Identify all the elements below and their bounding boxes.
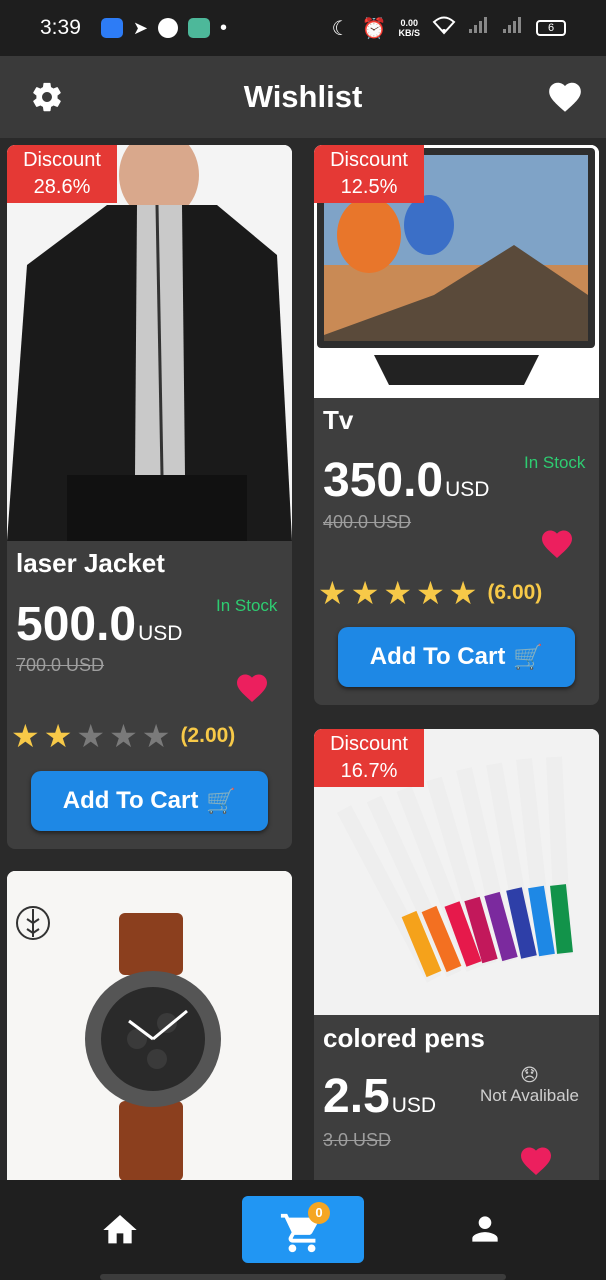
- product-price: 350.0 USD: [323, 453, 489, 508]
- gear-icon: [33, 82, 61, 112]
- heart-icon: [237, 674, 267, 703]
- add-to-cart-button[interactable]: Add To Cart 🛒: [31, 771, 268, 831]
- telegram-icon: ➤: [132, 17, 148, 38]
- more-notifications-icon: •: [219, 16, 227, 39]
- discount-badge: Discount 12.5%: [314, 145, 424, 203]
- discount-value: 28.6%: [33, 176, 91, 198]
- old-price: 400.0 USD: [323, 512, 412, 532]
- heart-icon: [549, 82, 581, 112]
- nav-cart-button[interactable]: 0: [242, 1196, 364, 1263]
- star-icon-empty: ★: [109, 718, 138, 754]
- product-grid: Discount 28.6% laser Jacket 500.0 USD In…: [0, 138, 606, 1180]
- wifi-icon: [432, 15, 456, 41]
- discount-value: 16.7%: [340, 760, 398, 782]
- rating-stars: ★ ★ ★ ★ ★ (2.00): [11, 720, 235, 752]
- sad-face-icon: 😞: [520, 1065, 539, 1085]
- product-card[interactable]: [7, 871, 292, 1180]
- add-to-cart-button[interactable]: Add To Cart 🛒: [338, 627, 575, 687]
- star-icon-filled: ★: [11, 718, 40, 754]
- system-icons: ☾ ⏰ 0.00 KB/S 6: [332, 15, 566, 41]
- wishlist-heart-button[interactable]: [546, 78, 584, 116]
- star-icon-empty: ★: [141, 718, 171, 754]
- product-price: 2.5 USD: [323, 1069, 436, 1124]
- product-name: laser Jacket: [16, 548, 165, 578]
- add-to-cart-label: Add To Cart: [62, 787, 199, 814]
- discount-badge: Discount 28.6%: [7, 145, 117, 203]
- product-card[interactable]: Discount 28.6% laser Jacket 500.0 USD In…: [7, 145, 292, 849]
- dnd-moon-icon: ☾: [331, 17, 350, 40]
- stock-status: In Stock: [524, 453, 586, 472]
- star-icon-filled: ★: [350, 575, 380, 611]
- person-icon: [472, 1216, 498, 1242]
- nav-profile-button[interactable]: [466, 1210, 506, 1250]
- product-image-watch: [7, 871, 292, 1180]
- star-icon-empty: ★: [76, 718, 106, 754]
- nav-home-button[interactable]: [100, 1210, 144, 1250]
- price-currency: USD: [391, 1094, 437, 1117]
- heart-icon: [542, 530, 572, 559]
- star-icon-filled: ★: [318, 575, 347, 611]
- bottom-navigation: 0: [0, 1180, 606, 1280]
- discount-value: 12.5%: [340, 176, 398, 198]
- price-value: 2.5: [323, 1070, 390, 1123]
- product-price: 500.0 USD: [16, 597, 182, 652]
- discount-label: Discount: [330, 733, 408, 755]
- old-price: 700.0 USD: [16, 655, 105, 675]
- product-name: Tv: [323, 405, 354, 435]
- signal-icon: [468, 16, 490, 40]
- home-icon: [103, 1215, 137, 1244]
- product-image-jacket: Discount 28.6%: [7, 145, 292, 541]
- product-card[interactable]: Discount 16.7% colored pens 2.5 USD 😞 No…: [314, 729, 599, 1180]
- page-title: Wishlist: [243, 79, 363, 114]
- home-indicator: [100, 1274, 506, 1280]
- favorite-button[interactable]: [517, 1143, 555, 1179]
- favorite-button[interactable]: [233, 670, 271, 706]
- star-icon-filled: ★: [383, 575, 413, 611]
- speed-unit: KB/S: [398, 28, 420, 38]
- price-value: 350.0: [323, 454, 444, 507]
- add-to-cart-label: Add To Cart: [369, 643, 506, 670]
- favorite-button[interactable]: [538, 526, 576, 562]
- alarm-icon: ⏰: [361, 17, 387, 40]
- app-bar: Wishlist: [0, 56, 606, 138]
- unavailable-label: Not Avalibale: [480, 1086, 579, 1105]
- discount-label: Discount: [330, 149, 408, 171]
- product-image-pens: Discount 16.7%: [314, 729, 599, 1015]
- heart-icon: [521, 1147, 551, 1176]
- app-notification-icon: [100, 18, 123, 38]
- star-icon-filled: ★: [448, 575, 478, 611]
- speed-value: 0.00: [400, 18, 418, 28]
- stock-status: 😞 Not Avalibale: [480, 1065, 579, 1106]
- network-speed: 0.00 KB/S: [398, 18, 420, 38]
- stock-status: In Stock: [216, 596, 278, 615]
- discount-label: Discount: [23, 149, 101, 171]
- rating-count: (2.00): [180, 724, 236, 747]
- cart-count-badge: 0: [308, 1202, 330, 1224]
- rating-count: (6.00): [487, 581, 543, 604]
- price-currency: USD: [138, 622, 183, 645]
- old-price: 3.0 USD: [323, 1130, 392, 1150]
- notification-icons: ➤ •: [100, 16, 227, 40]
- product-name: colored pens: [323, 1023, 485, 1053]
- battery-indicator: 6: [536, 20, 566, 36]
- rating-stars: ★ ★ ★ ★ ★ (6.00): [318, 577, 542, 609]
- shopping-cart-icon: 🛒: [513, 643, 544, 671]
- telegram-icon-2: [157, 18, 178, 38]
- product-image-tv: Discount 12.5%: [314, 145, 599, 398]
- star-icon-filled: ★: [43, 718, 73, 754]
- discount-badge: Discount 16.7%: [314, 729, 424, 787]
- price-value: 500.0: [16, 598, 137, 651]
- app-notification-icon-2: [187, 18, 210, 38]
- product-card[interactable]: Discount 12.5% Tv 350.0 USD In Stock 400…: [314, 145, 599, 705]
- star-icon-filled: ★: [416, 575, 445, 611]
- shopping-cart-icon: 🛒: [206, 787, 237, 815]
- status-time: 3:39: [40, 16, 81, 39]
- settings-button[interactable]: [30, 80, 64, 114]
- price-currency: USD: [445, 478, 490, 501]
- status-bar: 3:39 ➤ • ☾ ⏰ 0.00 KB/S 6: [0, 0, 606, 56]
- signal-icon-2: [502, 16, 524, 40]
